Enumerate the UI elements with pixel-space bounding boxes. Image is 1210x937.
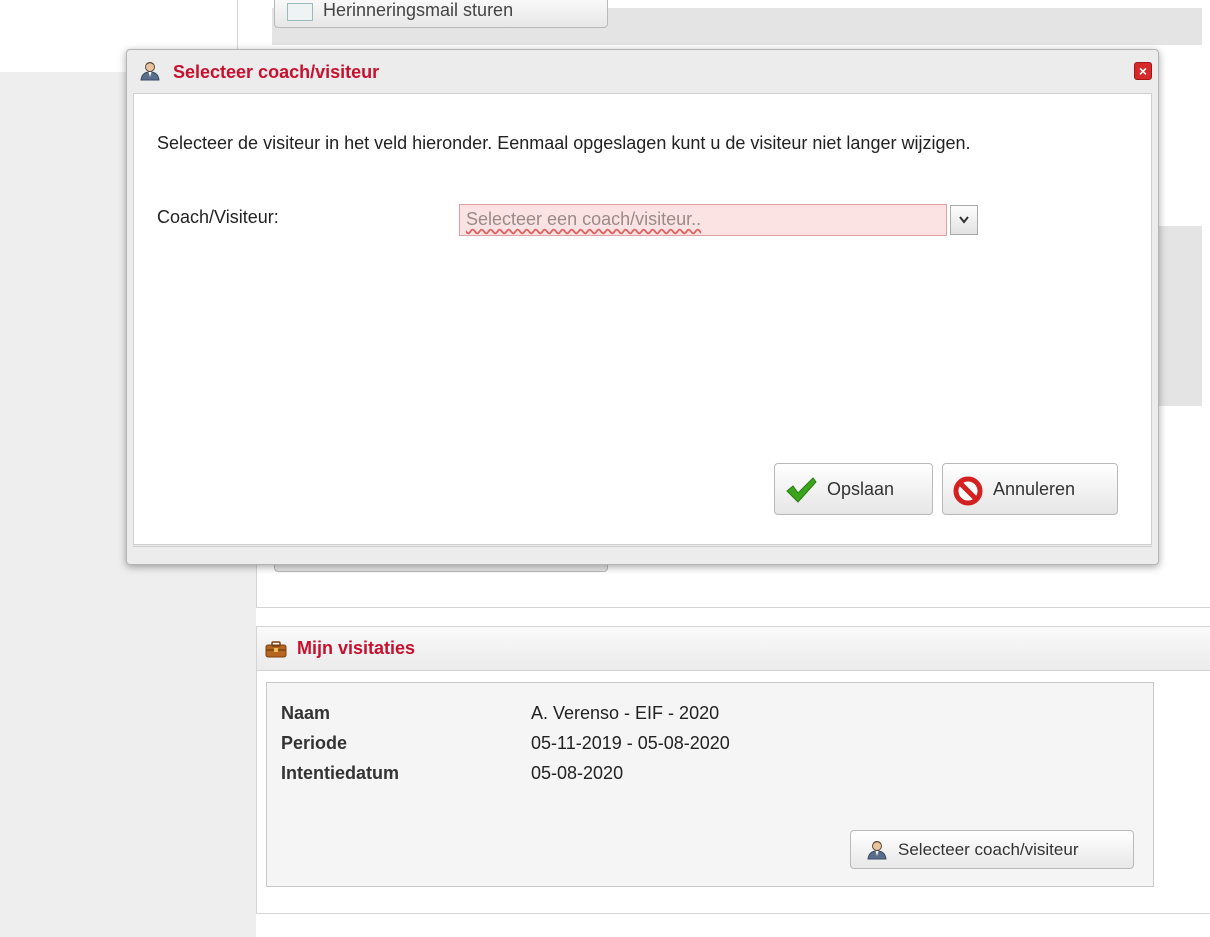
coach-select-placeholder: Selecteer een coach/visiteur.. bbox=[466, 209, 702, 229]
cancel-button[interactable]: Annuleren bbox=[942, 463, 1118, 515]
close-icon[interactable]: × bbox=[1134, 62, 1152, 80]
dropdown-toggle[interactable] bbox=[950, 205, 978, 235]
reminder-mail-button[interactable]: Herinneringsmail sturen bbox=[274, 0, 608, 28]
visitaties-panel: Mijn visitaties Naam A. Verenso - EIF - … bbox=[256, 626, 1210, 914]
briefcase-icon bbox=[265, 641, 287, 658]
save-button[interactable]: Opslaan bbox=[774, 463, 933, 515]
detail-label: Intentiedatum bbox=[281, 763, 400, 783]
user-icon bbox=[867, 841, 887, 860]
no-entry-icon bbox=[953, 476, 983, 506]
coach-field-label: Coach/Visiteur: bbox=[157, 207, 279, 227]
user-icon bbox=[140, 62, 160, 81]
checkmark-icon bbox=[786, 477, 817, 503]
detail-value: A. Verenso - EIF - 2020 bbox=[531, 703, 720, 723]
select-coach-label: Selecteer coach/visiteur bbox=[898, 840, 1079, 859]
side-strip bbox=[1158, 226, 1202, 406]
select-coach-button[interactable]: Selecteer coach/visiteur bbox=[850, 830, 1134, 869]
visitaties-title: Mijn visitaties bbox=[297, 638, 416, 658]
detail-value: 05-11-2019 - 05-08-2020 bbox=[531, 733, 730, 753]
dialog-title: Selecteer coach/visiteur bbox=[173, 62, 380, 82]
mail-icon bbox=[287, 3, 313, 21]
save-label: Opslaan bbox=[827, 479, 895, 499]
reminder-mail-label: Herinneringsmail sturen bbox=[323, 0, 514, 20]
visitaties-header: Mijn visitaties bbox=[257, 627, 1210, 671]
cancel-label: Annuleren bbox=[993, 479, 1076, 499]
detail-value: 05-08-2020 bbox=[531, 763, 624, 783]
dialog-titlebar[interactable]: Selecteer coach/visiteur × bbox=[127, 50, 1158, 92]
detail-label: Periode bbox=[281, 733, 348, 753]
detail-label: Naam bbox=[281, 703, 331, 723]
dialog-body: Selecteer de visiteur in het veld hieron… bbox=[133, 93, 1152, 545]
visitatie-card: Naam A. Verenso - EIF - 2020 Periode 05-… bbox=[266, 682, 1154, 887]
select-coach-dialog: Selecteer coach/visiteur × Selecteer de … bbox=[126, 49, 1159, 565]
dialog-footer bbox=[133, 546, 1152, 552]
coach-select[interactable]: Selecteer een coach/visiteur.. bbox=[459, 204, 978, 236]
chevron-down-icon bbox=[959, 216, 969, 224]
dialog-instruction: Selecteer de visiteur in het veld hieron… bbox=[157, 133, 971, 153]
